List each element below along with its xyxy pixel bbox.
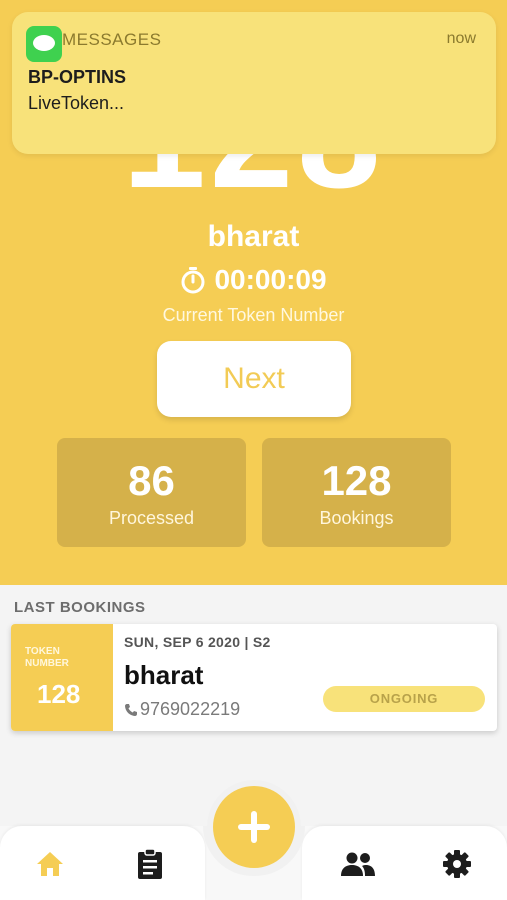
timer: 00:00:09 — [0, 264, 507, 296]
booking-token-number: 128 — [37, 679, 81, 709]
current-user-name: bharat — [207, 220, 300, 253]
current-token-label: Current Token Number — [162, 305, 345, 325]
next-button[interactable]: Next — [157, 341, 351, 417]
phone-icon — [125, 703, 137, 716]
notification-app-name: MESSAGES — [62, 30, 162, 49]
notification-time: now — [446, 30, 476, 47]
booking-card[interactable]: TOKEN NUMBER 128 SUN, SEP 6 2020 | S2 bh… — [11, 624, 497, 731]
bookings-label: Bookings — [319, 508, 394, 528]
notification-sender: BP-OPTINS — [28, 67, 127, 87]
messages-app-icon — [26, 26, 62, 62]
token-label-line1: TOKEN — [25, 646, 60, 657]
notification-body: LiveToken... — [28, 93, 125, 113]
add-booking-button[interactable] — [213, 786, 295, 868]
clipboard-icon — [138, 848, 162, 879]
nav-people[interactable] — [338, 844, 378, 884]
plus-icon — [238, 811, 270, 843]
timer-value: 00:00:09 — [214, 264, 327, 295]
booking-token-box: TOKEN NUMBER 128 — [11, 624, 113, 731]
processed-card: 86 Processed — [57, 438, 246, 547]
nav-left-group — [0, 826, 205, 900]
nav-settings[interactable] — [437, 844, 477, 884]
nav-right-group — [302, 826, 507, 900]
nav-home[interactable] — [30, 844, 70, 884]
message-notification[interactable]: MESSAGES now BP-OPTINS LiveToken... — [12, 12, 496, 154]
booking-token-label: TOKEN NUMBER — [25, 646, 69, 670]
home-icon — [37, 852, 63, 876]
nav-bookings-list[interactable] — [130, 844, 170, 884]
processed-label: Processed — [108, 508, 195, 528]
booking-date: SUN, SEP 6 2020 | S2 — [124, 634, 271, 650]
booking-phone-number: 9769022219 — [140, 699, 241, 719]
bookings-card: 128 Bookings — [262, 438, 451, 547]
bookings-count: 128 — [321, 457, 392, 504]
stopwatch-icon — [181, 267, 205, 294]
last-bookings-title: LAST BOOKINGS — [14, 599, 146, 616]
people-icon — [341, 852, 375, 876]
gear-icon — [443, 850, 471, 878]
booking-name: bharat — [124, 660, 204, 690]
token-label-line2: NUMBER — [25, 658, 69, 669]
booking-phone[interactable]: 9769022219 — [124, 699, 240, 720]
status-badge: ONGOING — [323, 686, 485, 712]
processed-count: 86 — [128, 457, 175, 504]
